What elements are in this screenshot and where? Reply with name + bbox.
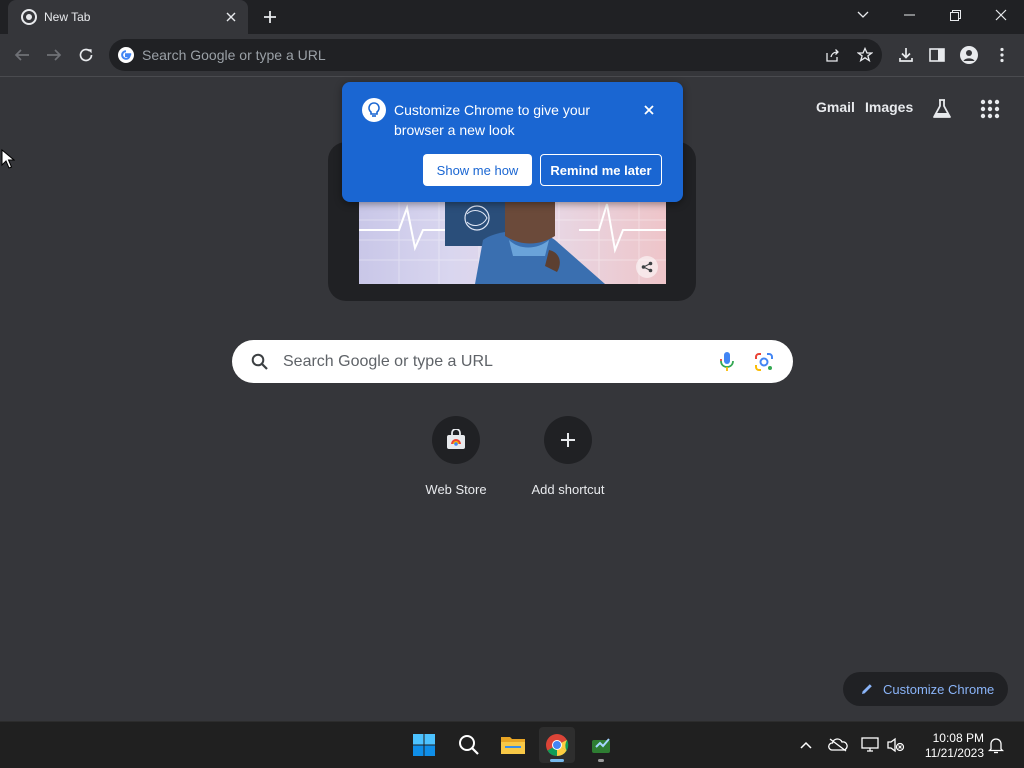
shortcut-label: Web Store [425, 482, 487, 497]
running-indicator [598, 759, 604, 762]
close-icon [995, 9, 1007, 21]
profile-button[interactable] [955, 41, 983, 69]
chevron-down-icon [857, 11, 869, 18]
tab-new-tab[interactable]: New Tab [8, 0, 248, 34]
address-bar-placeholder: Search Google or type a URL [142, 47, 326, 63]
reload-button[interactable] [72, 41, 100, 69]
gmail-link[interactable]: Gmail [816, 99, 855, 115]
plus-icon [264, 11, 276, 23]
onedrive-icon[interactable] [827, 734, 849, 756]
windows-icon [413, 734, 435, 756]
folder-icon [501, 737, 525, 754]
customize-chrome-button[interactable]: Customize Chrome [843, 672, 1008, 706]
chrome-icon [21, 9, 37, 25]
shortcut-web-store[interactable]: Web Store [400, 416, 512, 506]
toolbar: Search Google or type a URL [0, 34, 1024, 77]
app-icon [592, 738, 610, 753]
customize-chrome-label: Customize Chrome [883, 681, 995, 697]
images-link[interactable]: Images [865, 99, 913, 115]
pencil-icon [862, 684, 872, 694]
web-store-icon [432, 416, 480, 464]
downloads-button[interactable] [892, 41, 920, 69]
doodle-share-icon[interactable] [636, 256, 658, 278]
microphone-icon[interactable] [717, 351, 737, 373]
lightbulb-icon [362, 98, 386, 122]
close-window-button[interactable] [978, 0, 1024, 30]
side-panel-icon [929, 48, 945, 62]
back-button[interactable] [8, 41, 36, 69]
download-icon [899, 48, 913, 62]
restore-button[interactable] [932, 0, 978, 30]
reload-icon [79, 48, 93, 62]
mouse-cursor-icon [1, 149, 15, 169]
promo-message: Customize Chrome to give your browser a … [394, 102, 591, 138]
chevron-up-icon [800, 741, 812, 749]
bookmark-star-icon[interactable] [855, 45, 875, 65]
start-button[interactable] [406, 727, 442, 763]
tab-close-icon[interactable] [222, 8, 240, 26]
search-icon [459, 735, 479, 755]
forward-button[interactable] [40, 41, 68, 69]
new-tab-button[interactable] [259, 6, 281, 28]
tab-search-button[interactable] [840, 0, 886, 30]
active-indicator [550, 759, 564, 762]
shortcut-label: Add shortcut [531, 482, 605, 497]
search-box[interactable]: Search Google or type a URL [232, 340, 793, 383]
chrome-taskbar-button[interactable] [539, 727, 575, 763]
customize-chrome-promo: Customize Chrome to give your browser a … [342, 82, 683, 202]
chrome-icon [546, 734, 569, 757]
tab-strip: New Tab [0, 0, 1024, 34]
remind-me-later-button[interactable]: Remind me later [540, 154, 662, 186]
google-lens-icon[interactable] [753, 351, 775, 373]
google-doodle[interactable] [359, 200, 666, 284]
minimize-button[interactable] [886, 0, 932, 30]
tab-title: New Tab [44, 10, 91, 24]
address-bar[interactable]: Search Google or type a URL [109, 39, 882, 71]
clock-date: 11/21/2023 [924, 746, 984, 760]
plus-icon [544, 416, 592, 464]
clock-time: 10:08 PM [932, 731, 984, 745]
google-icon [118, 47, 134, 63]
show-hidden-icons-button[interactable] [795, 734, 817, 756]
avatar-icon [960, 46, 978, 64]
shortcut-add[interactable]: Add shortcut [512, 416, 624, 506]
apps-grid-icon[interactable] [978, 97, 1002, 121]
show-me-how-button[interactable]: Show me how [423, 154, 532, 186]
taskbar: 10:08 PM 11/21/2023 [0, 721, 1024, 768]
taskbar-search-button[interactable] [451, 727, 487, 763]
menu-button[interactable] [988, 41, 1016, 69]
app-taskbar-button[interactable] [583, 727, 619, 763]
network-icon[interactable] [859, 734, 881, 756]
side-panel-button[interactable] [923, 41, 951, 69]
kebab-menu-icon [1000, 47, 1004, 63]
volume-muted-icon[interactable] [885, 734, 907, 756]
arrow-left-icon [14, 49, 29, 61]
search-placeholder: Search Google or type a URL [283, 353, 493, 370]
system-clock[interactable]: 10:08 PM 11/21/2023 [916, 731, 984, 761]
arrow-right-icon [47, 49, 62, 61]
minimize-icon [903, 14, 915, 16]
labs-icon[interactable] [930, 97, 954, 121]
search-icon [251, 353, 268, 370]
promo-close-icon[interactable] [640, 101, 658, 119]
restore-icon [949, 9, 961, 21]
share-icon[interactable] [823, 45, 843, 65]
file-explorer-button[interactable] [495, 727, 531, 763]
notifications-icon[interactable] [985, 734, 1007, 756]
